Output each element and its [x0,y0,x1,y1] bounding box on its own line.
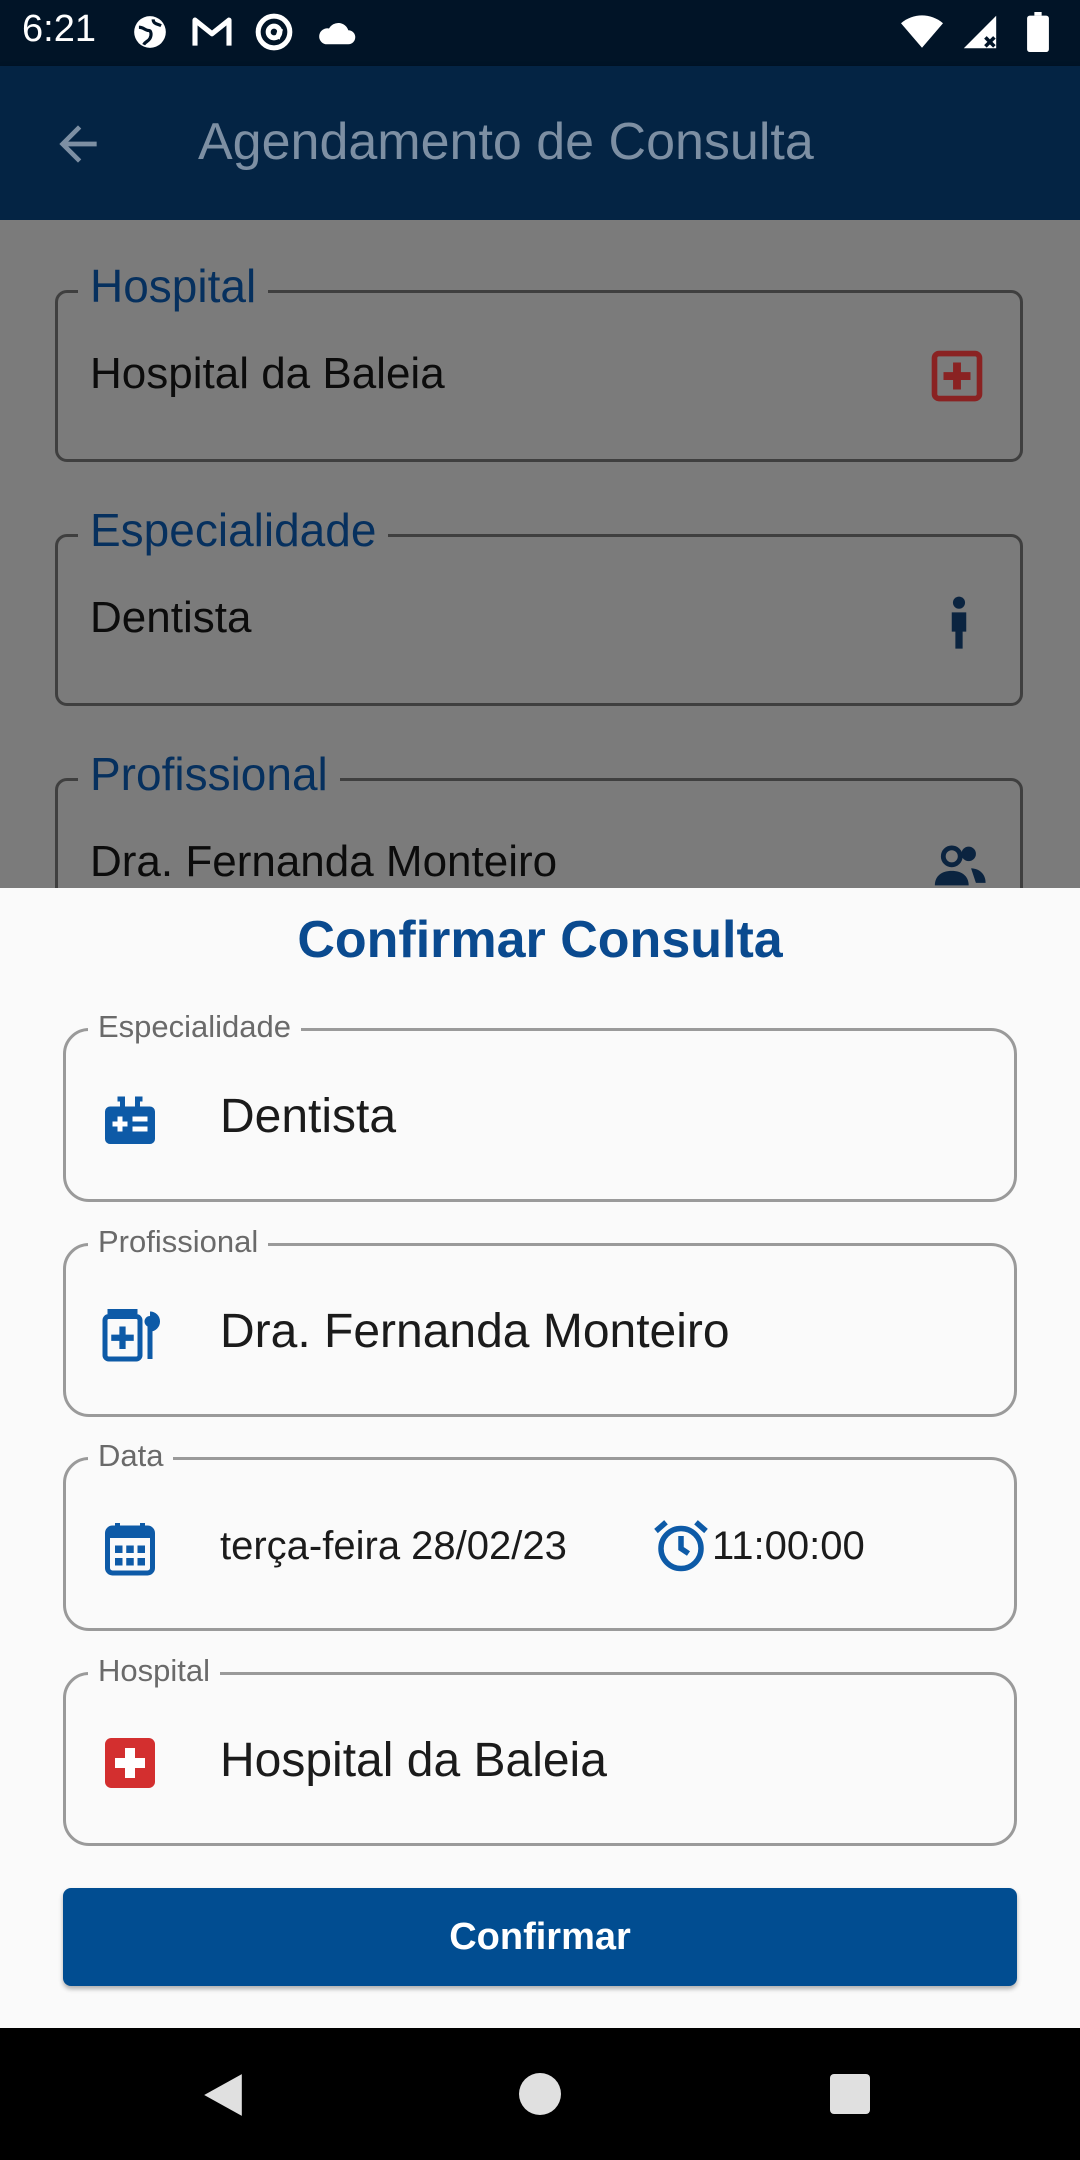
alarm-clock-icon [651,1516,711,1576]
person-icon [930,593,988,651]
especialidade-card-label: Especialidade [88,1009,302,1045]
cloud-icon [314,12,358,52]
sheet-title: Confirmar Consulta [297,911,783,969]
especialidade-field[interactable]: Especialidade Dentista [55,503,1023,706]
status-icons-right [900,12,1060,52]
hospital-field[interactable]: Hospital Hospital da Baleia [55,259,1023,462]
battery-icon [1016,12,1060,52]
system-nav-bar [0,2028,1080,2160]
profissional-value: Dra. Fernanda Monteiro [220,1305,730,1358]
people-icon [930,837,988,888]
confirm-sheet: Confirmar Consulta Especialidade Dentist… [0,888,1080,2028]
arrow-back-icon [59,125,97,163]
hospital-card-label: Hospital [88,1653,220,1689]
profissional-field[interactable]: Profissional Dra. Fernanda Monteiro [55,747,1023,888]
cell-signal-icon [958,12,1002,52]
page-title: Agendamento de Consulta [198,113,814,171]
hospital-card: Hospital Hospital da Baleia [63,1653,1017,1846]
profissional-card: Profissional Dra. Fernanda Monteiro [63,1224,1017,1417]
data-card-label: Data [88,1438,174,1474]
especialidade-value: Dentista [220,1090,397,1143]
gmail-icon [190,12,234,52]
calendar-icon [100,1518,160,1578]
especialidade-field-label: Especialidade [78,503,389,557]
hospital-value: Hospital da Baleia [220,1734,607,1787]
nav-home-icon[interactable] [519,2073,561,2115]
hospital-field-value: Hospital da Baleia [90,349,445,398]
back-button[interactable] [50,116,106,172]
profissional-card-label: Profissional [88,1224,269,1260]
especialidade-card: Especialidade Dentista [63,1009,1017,1202]
profissional-field-label: Profissional [78,747,340,801]
especialidade-field-value: Dentista [90,593,252,642]
date-value: terça-feira 28/02/23 [220,1524,567,1568]
medical-kit-icon [100,1304,160,1364]
app-bar: Agendamento de Consulta [0,66,1080,220]
status-bar: 6:21 [0,0,1080,66]
medical-bag-icon [100,1089,160,1149]
status-time: 6:21 [22,8,96,50]
hospital-field-label: Hospital [78,259,269,313]
nav-recents-icon[interactable] [830,2074,870,2114]
nav-back-icon[interactable] [202,2072,244,2123]
status-icons-left [128,12,358,52]
confirm-button[interactable]: Confirmar [63,1888,1017,1986]
globe-icon [128,12,172,52]
profissional-field-value: Dra. Fernanda Monteiro [90,837,558,886]
hospital-cross-icon [100,1733,160,1793]
wifi-icon [900,12,944,52]
at-sign-icon [252,12,296,52]
background-form: Hospital Hospital da Baleia Especialidad… [0,220,1080,888]
data-card: Data terça-feira 28/02/23 11:00:00 [63,1438,1017,1631]
time-value: 11:00:00 [712,1524,865,1568]
hospital-plus-icon [930,349,988,407]
